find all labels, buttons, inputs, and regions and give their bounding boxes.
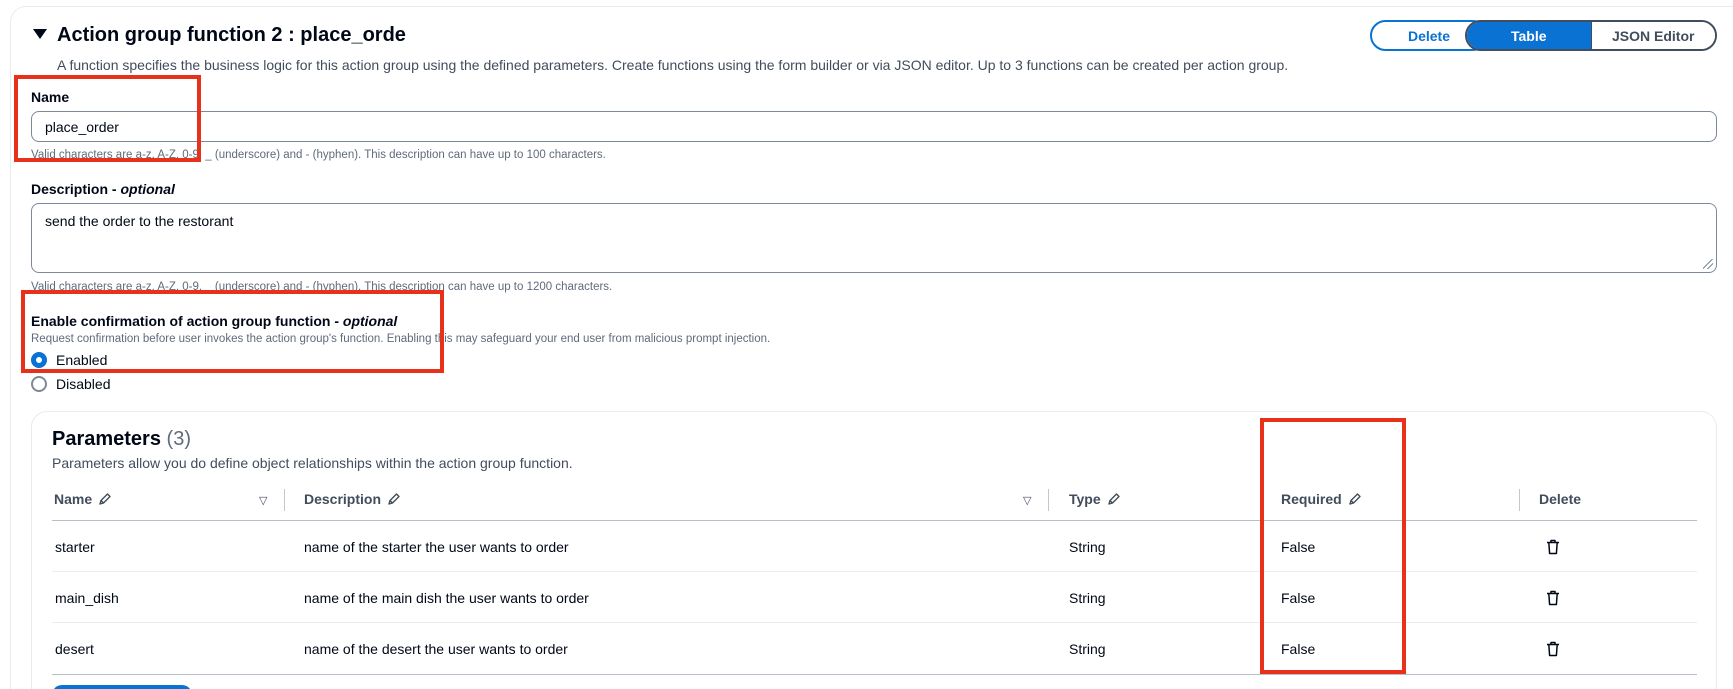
table-bottom-divider [52,674,1697,675]
description-textarea[interactable]: send the order to the restorant [31,203,1717,273]
radio-unchecked-icon[interactable] [31,376,47,392]
table-cell-name[interactable]: main_dish [55,590,119,606]
header-divider [52,520,1697,521]
description-label: Description - optional [31,181,175,197]
table-cell-name[interactable]: desert [55,641,94,657]
caret-down-icon[interactable] [33,29,47,39]
view-mode-toggle: Table JSON Editor [1465,20,1717,51]
row-divider [52,571,1697,572]
table-view-button[interactable]: Table [1467,22,1591,49]
table-cell-description[interactable]: name of the desert the user wants to ord… [304,641,568,657]
column-divider[interactable] [284,489,285,511]
highlight-box-name [14,75,201,162]
column-divider[interactable] [1519,489,1520,511]
table-cell-description[interactable]: name of the main dish the user wants to … [304,590,589,606]
add-parameter-button[interactable] [52,685,192,689]
table-cell-type[interactable]: String [1069,641,1106,657]
parameters-title: Parameters (3) [52,428,191,450]
column-header-type[interactable]: Type [1069,491,1121,507]
trash-icon[interactable] [1546,590,1560,606]
highlight-box-required [1260,418,1406,674]
table-cell-type[interactable]: String [1069,539,1106,555]
json-editor-button[interactable]: JSON Editor [1590,22,1715,49]
function-title: Action group function 2 : place_orde [57,24,406,46]
table-cell-name[interactable]: starter [55,539,95,555]
column-header-description[interactable]: Description [304,491,401,507]
highlight-box-confirmation [21,290,444,373]
column-header-delete: Delete [1539,491,1582,507]
resize-handle-icon[interactable] [1703,259,1713,269]
pencil-icon [1107,493,1120,505]
radio-disabled[interactable]: Disabled [31,376,110,392]
pencil-icon [388,493,400,505]
table-cell-description[interactable]: name of the starter the user wants to or… [304,539,569,555]
radio-disabled-label: Disabled [56,376,111,392]
function-description: A function specifies the business logic … [57,57,1289,73]
sort-down-icon[interactable]: ▽ [1023,494,1031,507]
row-divider [52,622,1697,623]
description-value: send the order to the restorant [45,213,234,229]
name-input[interactable]: place_order [31,111,1717,142]
trash-icon[interactable] [1546,641,1560,657]
column-divider[interactable] [1048,489,1049,511]
pencil-icon [99,493,111,505]
parameters-description: Parameters allow you do define object re… [52,455,573,471]
parameters-container [31,411,1717,689]
sort-down-icon[interactable]: ▽ [259,494,267,507]
column-header-name[interactable]: Name [54,491,112,507]
table-cell-type[interactable]: String [1069,590,1106,606]
trash-icon[interactable] [1546,539,1560,555]
